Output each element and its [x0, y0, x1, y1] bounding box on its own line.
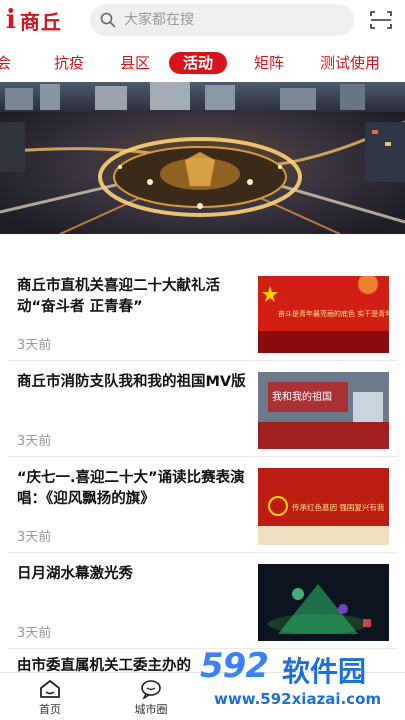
news-item[interactable]: 商丘市消防支队我和我的祖国MV版 3天前 我和我的祖国: [8, 360, 397, 456]
tab-huodong[interactable]: 活动: [169, 52, 228, 74]
news-item[interactable]: “庆七一.喜迎二十大”诵读比赛表演唱：《迎风飘扬的旗》 3天前 传承红色基因 强…: [8, 456, 397, 552]
search-input[interactable]: [124, 12, 324, 28]
news-title: 商丘市直机关喜迎二十大献礼活动“奋斗者 正青春”: [17, 278, 220, 315]
news-title: 商丘市消防支队我和我的祖国MV版: [17, 374, 246, 390]
thumb-caption: 传承红色基因 强国复兴有我: [292, 502, 385, 512]
logo-text: 商丘: [19, 9, 62, 34]
watermark-number: 592: [200, 646, 269, 686]
banner-image[interactable]: [0, 82, 405, 234]
news-time: 3天前: [17, 434, 52, 449]
news-thumbnail: 奋斗是青年最亮丽的底色 实干是青年最可敬的姿态: [258, 276, 389, 353]
news-item[interactable]: 日月湖水幕激光秀 3天前: [8, 552, 397, 648]
tab-partial[interactable]: 会: [0, 52, 11, 74]
news-title: “庆七一.喜迎二十大”诵读比赛表演唱：《迎风飘扬的旗》: [17, 470, 245, 507]
search-bar[interactable]: [90, 4, 354, 36]
app-logo[interactable]: i 商丘: [6, 6, 62, 34]
scan-icon[interactable]: [370, 11, 392, 29]
tab-juzhen[interactable]: 矩阵: [254, 52, 284, 74]
chat-icon: [141, 680, 161, 699]
city-roundabout-image: [0, 82, 405, 234]
nav-city-circle[interactable]: 城市圈: [121, 679, 181, 717]
news-time: 3天前: [17, 530, 52, 545]
news-time: 3天前: [17, 338, 52, 353]
news-thumbnail: 传承红色基因 强国复兴有我: [258, 468, 389, 545]
watermark-logo: 592 软件园 www.592xiazai.com: [200, 646, 405, 720]
news-thumbnail: 我和我的祖国: [258, 372, 389, 449]
logo-i-mark: i: [6, 5, 16, 35]
search-icon: [100, 12, 116, 28]
tab-xianqu[interactable]: 县区: [120, 52, 150, 74]
home-icon: [40, 680, 60, 698]
channel-tabs: 会 抗疫 县区 活动 矩阵 测试使用: [0, 44, 405, 82]
nav-home[interactable]: 首页: [20, 679, 80, 717]
thumb-caption: 奋斗是青年最亮丽的底色 实干是青年最可敬的姿态: [278, 309, 389, 318]
nav-city-label: 城市圈: [134, 703, 168, 716]
news-thumbnail: [258, 564, 389, 641]
news-time: 3天前: [17, 626, 52, 641]
watermark-name: 软件园: [282, 655, 367, 688]
thumb-caption: 我和我的祖国: [272, 390, 332, 403]
tab-kangyi[interactable]: 抗疫: [54, 52, 84, 74]
tab-ceshi[interactable]: 测试使用: [320, 52, 380, 74]
app-header: i 商丘: [0, 0, 405, 40]
news-item[interactable]: 商丘市直机关喜迎二十大献礼活动“奋斗者 正青春” 3天前 奋斗是青年最亮丽的底色…: [8, 264, 397, 360]
watermark-url: www.592xiazai.com: [214, 690, 382, 708]
news-title: 日月湖水幕激光秀: [17, 566, 133, 582]
nav-home-label: 首页: [39, 703, 61, 716]
